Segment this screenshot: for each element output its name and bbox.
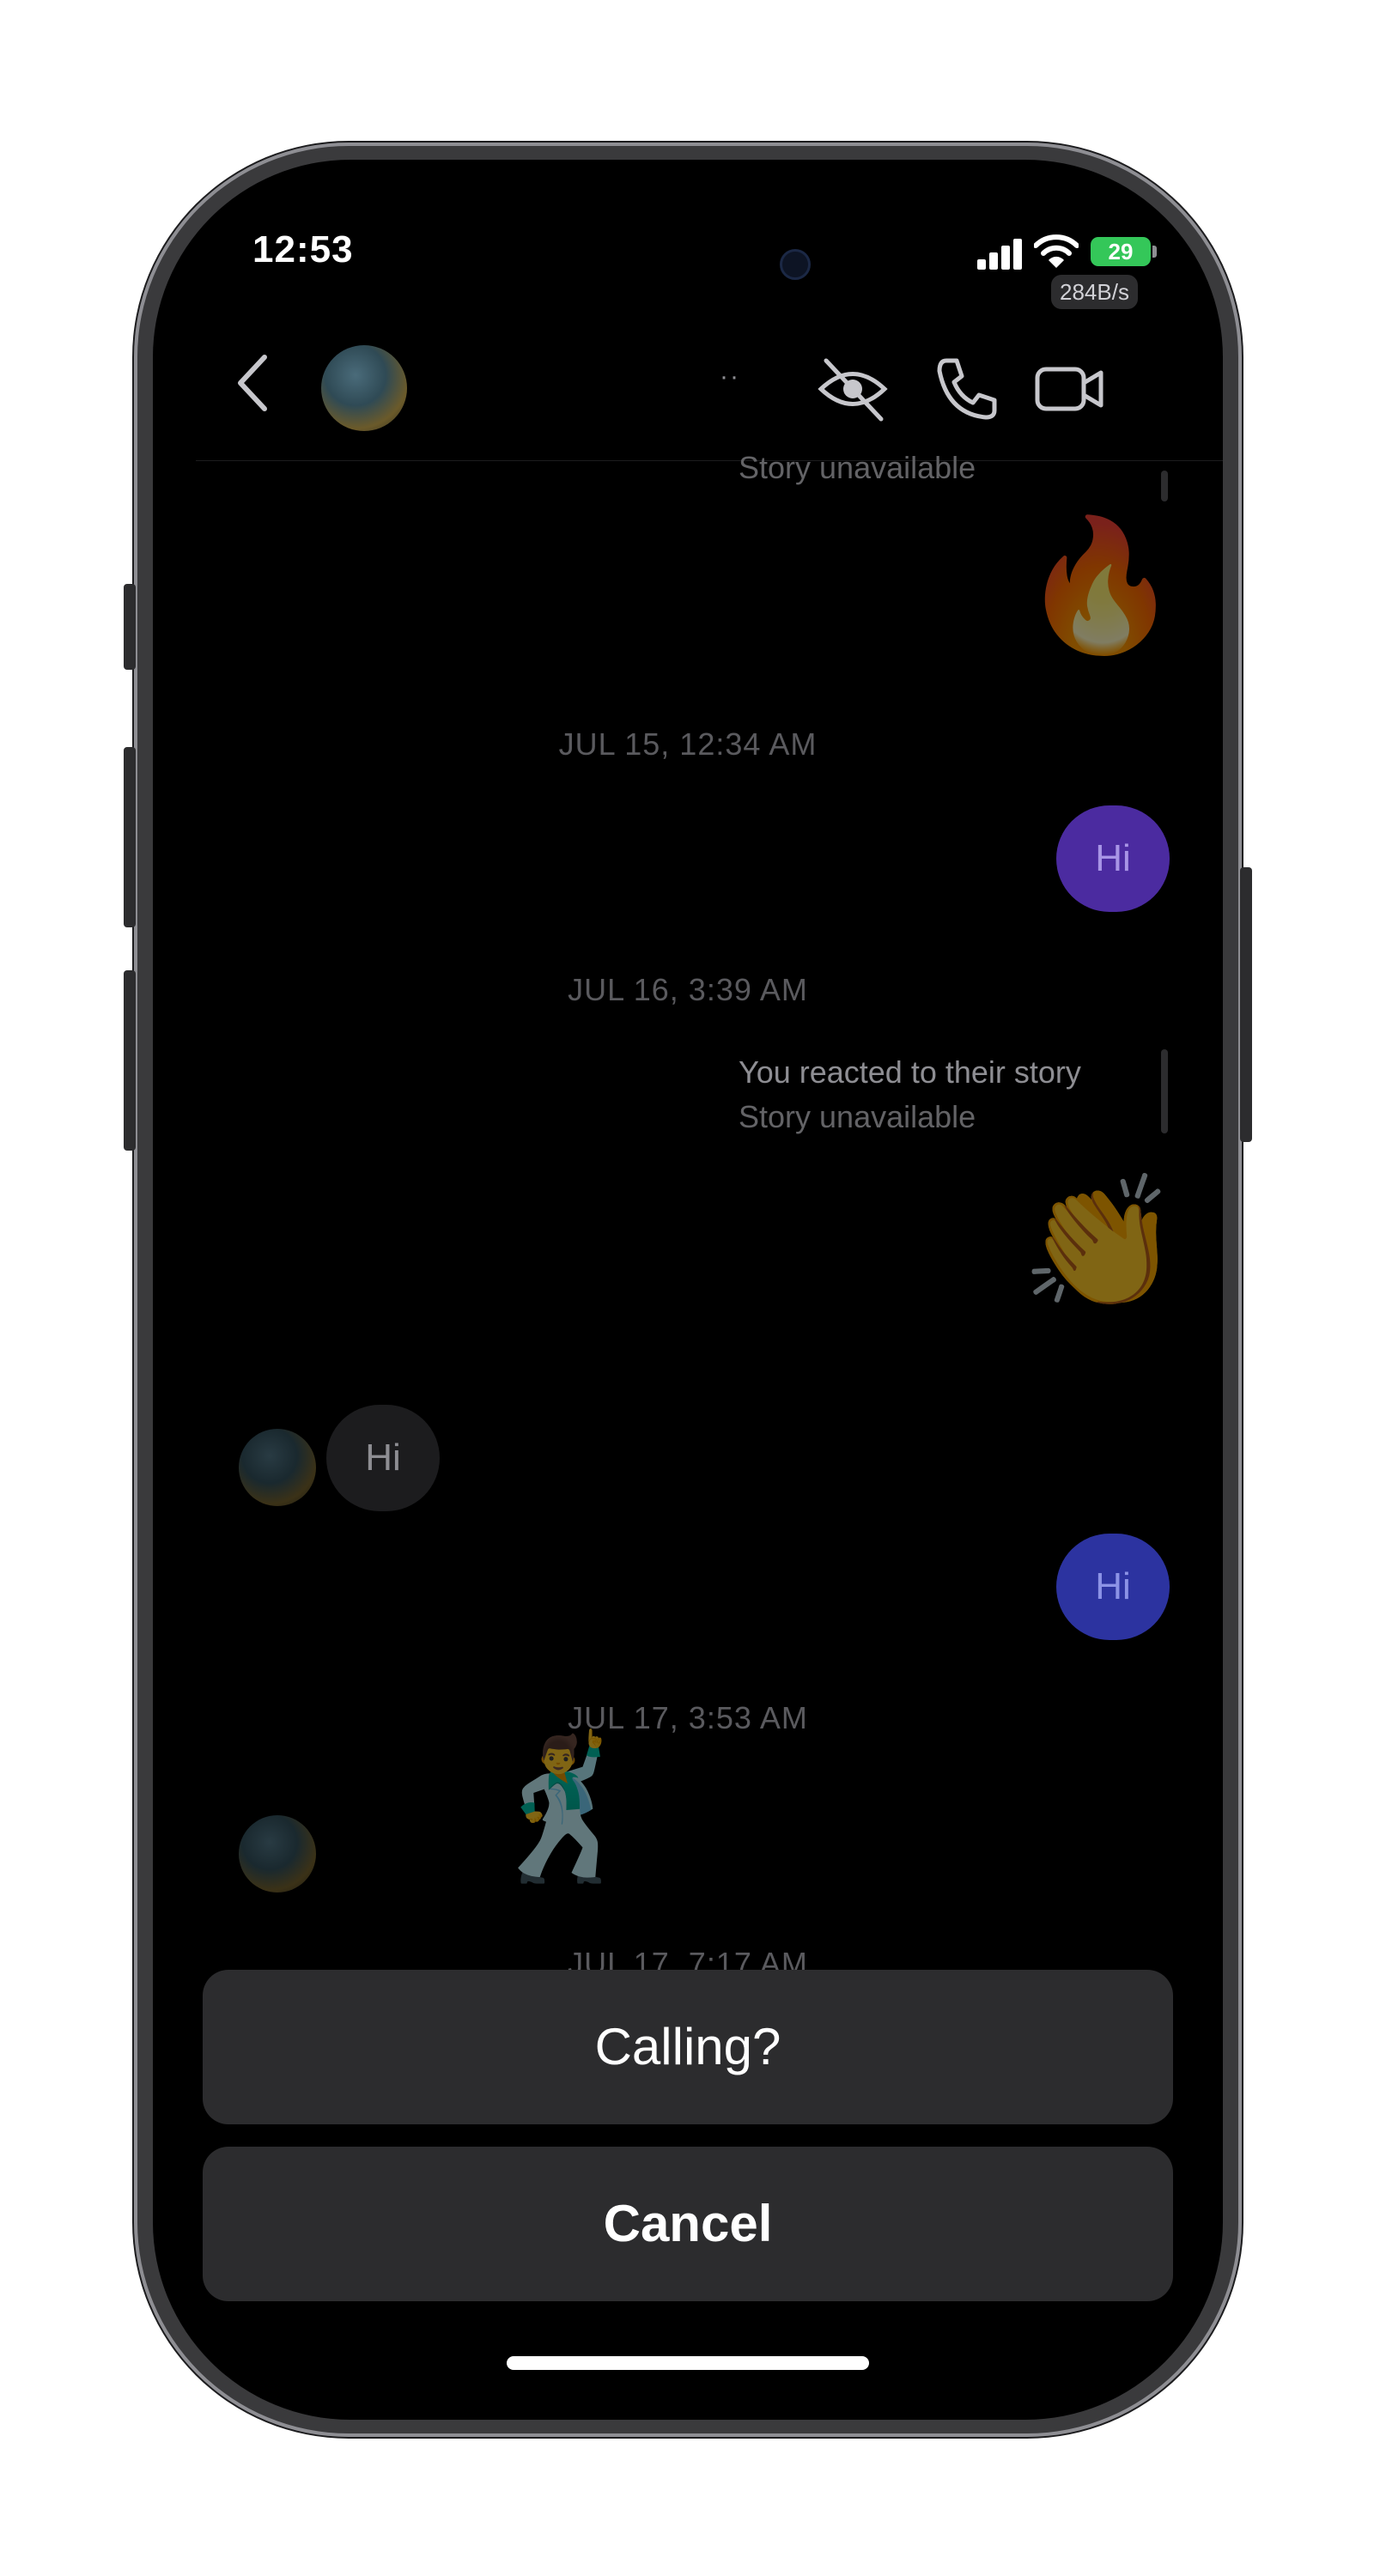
- timestamp: JUL 16, 3:39 AM: [568, 972, 808, 1007]
- volume-down-button: [124, 970, 136, 1151]
- incoming-message[interactable]: Hi: [326, 1405, 440, 1511]
- outgoing-message[interactable]: Hi: [1056, 805, 1170, 912]
- silent-switch: [124, 584, 136, 670]
- front-camera: [780, 249, 811, 280]
- battery-icon: 29: [1091, 237, 1151, 266]
- outgoing-message[interactable]: Hi: [1056, 1534, 1170, 1640]
- phone-screen: 12:53 29 284B/s ·· Story unavailable 🔥 J…: [153, 160, 1223, 2420]
- contact-avatar-small[interactable]: [239, 1429, 316, 1506]
- header-divider: [196, 460, 1223, 461]
- phone-icon[interactable]: [927, 350, 1005, 428]
- action-sheet-title[interactable]: Calling?: [203, 1970, 1173, 2124]
- cancel-button[interactable]: Cancel: [203, 2147, 1173, 2301]
- home-indicator[interactable]: [507, 2356, 869, 2370]
- story-reply-bar: [1161, 471, 1168, 501]
- video-camera-icon[interactable]: [1030, 350, 1108, 428]
- contact-name-truncated[interactable]: ··: [720, 362, 740, 392]
- dancer-emoji-message[interactable]: 🕺: [479, 1740, 650, 1877]
- network-speed-badge: 284B/s: [1051, 275, 1138, 309]
- timestamp: JUL 15, 12:34 AM: [558, 726, 818, 762]
- story-reaction-text: You reacted to their story: [739, 1054, 1081, 1090]
- back-chevron-icon[interactable]: [222, 349, 282, 417]
- timestamp: JUL 17, 3:53 AM: [568, 1700, 808, 1735]
- eye-slash-icon[interactable]: [814, 350, 891, 428]
- fire-emoji-message[interactable]: 🔥: [1020, 520, 1181, 649]
- power-button: [1240, 867, 1252, 1142]
- cellular-signal-icon: [977, 239, 1024, 270]
- contact-avatar[interactable]: [321, 345, 407, 431]
- battery-cap: [1152, 246, 1157, 258]
- status-time: 12:53: [252, 228, 354, 270]
- contact-avatar-small[interactable]: [239, 1815, 316, 1893]
- story-unavailable-text: Story unavailable: [739, 450, 976, 485]
- volume-up-button: [124, 747, 136, 927]
- story-unavailable-text: Story unavailable: [739, 1099, 976, 1134]
- clap-emoji-message[interactable]: 👏: [1020, 1178, 1181, 1307]
- wifi-icon: [1034, 234, 1079, 268]
- kiss-emoji-message[interactable]: 😘: [333, 1764, 467, 1893]
- story-reply-bar: [1161, 1049, 1168, 1133]
